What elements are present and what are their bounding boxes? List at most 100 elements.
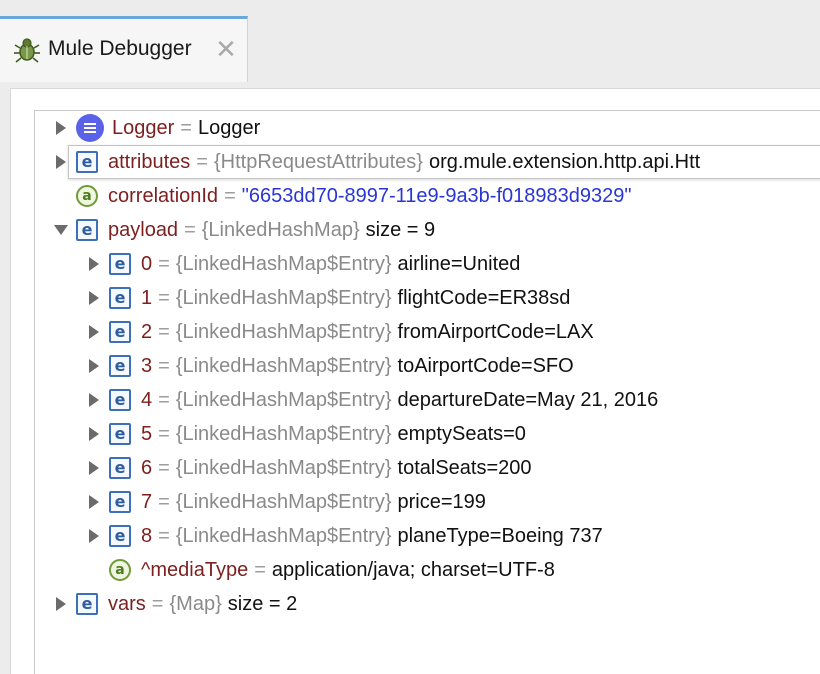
- node-type: {LinkedHashMap$Entry}: [175, 320, 392, 343]
- node-type: {LinkedHashMap$Entry}: [175, 422, 392, 445]
- equals-sign: =: [180, 116, 192, 139]
- no-arrow-spacer: [85, 560, 103, 580]
- tree-row-entry[interactable]: e 3 = {LinkedHashMap$Entry} toAirportCod…: [85, 349, 574, 383]
- object-icon: e: [76, 593, 98, 615]
- tree-row-entry[interactable]: e 4 = {LinkedHashMap$Entry} departureDat…: [85, 383, 658, 417]
- expand-arrow-icon[interactable]: [85, 526, 103, 546]
- node-name: Logger: [112, 116, 175, 139]
- equals-sign: =: [158, 422, 170, 445]
- expand-arrow-icon[interactable]: [85, 254, 103, 274]
- expand-arrow-icon[interactable]: [85, 356, 103, 376]
- node-value: airline=United: [397, 252, 521, 275]
- object-icon: e: [109, 491, 131, 513]
- tree-row-entry[interactable]: e 2 = {LinkedHashMap$Entry} fromAirportC…: [85, 315, 594, 349]
- node-name: 8: [141, 524, 153, 547]
- node-type: {Map}: [169, 592, 222, 615]
- node-value: size = 9: [365, 218, 436, 241]
- expand-arrow-icon[interactable]: [85, 492, 103, 512]
- object-icon: e: [109, 423, 131, 445]
- node-name: 2: [141, 320, 153, 343]
- node-name: correlationId: [108, 184, 219, 207]
- expand-arrow-icon[interactable]: [85, 322, 103, 342]
- tree-row-entry[interactable]: e 1 = {LinkedHashMap$Entry} flightCode=E…: [85, 281, 570, 315]
- equals-sign: =: [158, 388, 170, 411]
- equals-sign: =: [151, 592, 164, 615]
- node-name: attributes: [108, 150, 191, 173]
- tree-row-entry[interactable]: e 5 = {LinkedHashMap$Entry} emptySeats=0: [85, 417, 526, 451]
- node-type: {LinkedHashMap$Entry}: [175, 388, 392, 411]
- node-name: 0: [141, 252, 153, 275]
- node-name: 6: [141, 456, 153, 479]
- node-value: size = 2: [227, 592, 298, 615]
- tree-row-correlationid[interactable]: a correlationId = "6653dd70-8997-11e9-9a…: [52, 179, 631, 213]
- tree-row-entry[interactable]: e 7 = {LinkedHashMap$Entry} price=199: [85, 485, 486, 519]
- close-icon[interactable]: ✕: [215, 36, 237, 62]
- object-icon: e: [109, 287, 131, 309]
- expand-arrow-icon[interactable]: [52, 594, 70, 614]
- node-name: vars: [108, 592, 146, 615]
- equals-sign: =: [158, 456, 170, 479]
- node-value: flightCode=ER38sd: [397, 286, 571, 309]
- node-value: emptySeats=0: [397, 422, 526, 445]
- equals-sign: =: [196, 150, 208, 173]
- node-name: ^mediaType: [141, 558, 249, 581]
- tree-row-entry[interactable]: e 0 = {LinkedHashMap$Entry} airline=Unit…: [85, 247, 520, 281]
- node-name: 3: [141, 354, 153, 377]
- node-type: {LinkedHashMap$Entry}: [175, 252, 392, 275]
- object-icon: e: [109, 321, 131, 343]
- node-name: 7: [141, 490, 153, 513]
- object-icon: e: [76, 219, 98, 241]
- equals-sign: =: [158, 524, 170, 547]
- tree-row-attributes[interactable]: e attributes = {HttpRequestAttributes} o…: [52, 145, 700, 179]
- object-icon: e: [76, 151, 98, 173]
- node-value: org.mule.extension.http.api.Htt: [428, 150, 701, 173]
- equals-sign: =: [224, 184, 236, 207]
- node-value: price=199: [397, 490, 486, 513]
- node-name: 5: [141, 422, 153, 445]
- tree-row-mediatype[interactable]: a ^mediaType = application/java; charset…: [85, 553, 555, 587]
- tree-row-entry[interactable]: e 6 = {LinkedHashMap$Entry} totalSeats=2…: [85, 451, 532, 485]
- node-type: {LinkedHashMap}: [201, 218, 360, 241]
- node-value: totalSeats=200: [397, 456, 532, 479]
- logger-icon: [76, 114, 104, 142]
- equals-sign: =: [158, 252, 170, 275]
- node-name: 4: [141, 388, 153, 411]
- node-type: {LinkedHashMap$Entry}: [175, 524, 392, 547]
- equals-sign: =: [158, 320, 170, 343]
- no-arrow-spacer: [52, 186, 70, 206]
- node-value: fromAirportCode=LAX: [397, 320, 594, 343]
- node-type: {LinkedHashMap$Entry}: [175, 456, 392, 479]
- expand-arrow-icon[interactable]: [52, 152, 70, 172]
- object-icon: e: [109, 457, 131, 479]
- object-icon: e: [109, 389, 131, 411]
- node-value: application/java; charset=UTF-8: [271, 558, 555, 581]
- node-type: {LinkedHashMap$Entry}: [175, 286, 392, 309]
- expand-arrow-icon[interactable]: [85, 424, 103, 444]
- tree-row-entry[interactable]: e 8 = {LinkedHashMap$Entry} planeType=Bo…: [85, 519, 603, 553]
- attribute-icon: a: [76, 185, 98, 207]
- node-type: {HttpRequestAttributes}: [213, 150, 423, 173]
- object-icon: e: [109, 355, 131, 377]
- object-icon: e: [109, 253, 131, 275]
- expand-arrow-icon[interactable]: [52, 118, 70, 138]
- expand-arrow-icon[interactable]: [85, 288, 103, 308]
- expand-arrow-icon[interactable]: [85, 458, 103, 478]
- equals-sign: =: [184, 218, 196, 241]
- bug-icon: [12, 35, 42, 65]
- collapse-arrow-icon[interactable]: [52, 220, 70, 240]
- equals-sign: =: [158, 490, 170, 513]
- view-tab-bar: Mule Debugger ✕: [0, 0, 820, 82]
- tab-mule-debugger[interactable]: Mule Debugger ✕: [0, 16, 248, 82]
- tree-row-vars[interactable]: e vars = {Map} size = 2: [52, 587, 297, 621]
- node-type: {LinkedHashMap$Entry}: [175, 354, 392, 377]
- node-value: Logger: [197, 116, 261, 139]
- expand-arrow-icon[interactable]: [85, 390, 103, 410]
- attribute-icon: a: [109, 559, 131, 581]
- node-value: toAirportCode=SFO: [397, 354, 574, 377]
- tree-row-logger[interactable]: Logger = Logger: [52, 111, 260, 145]
- node-value: "6653dd70-8997-11e9-9a3b-f018983d9329": [241, 184, 632, 207]
- node-value: planeType=Boeing 737: [397, 524, 603, 547]
- node-value: departureDate=May 21, 2016: [397, 388, 659, 411]
- node-type: {LinkedHashMap$Entry}: [175, 490, 392, 513]
- tree-row-payload[interactable]: e payload = {LinkedHashMap} size = 9: [52, 213, 435, 247]
